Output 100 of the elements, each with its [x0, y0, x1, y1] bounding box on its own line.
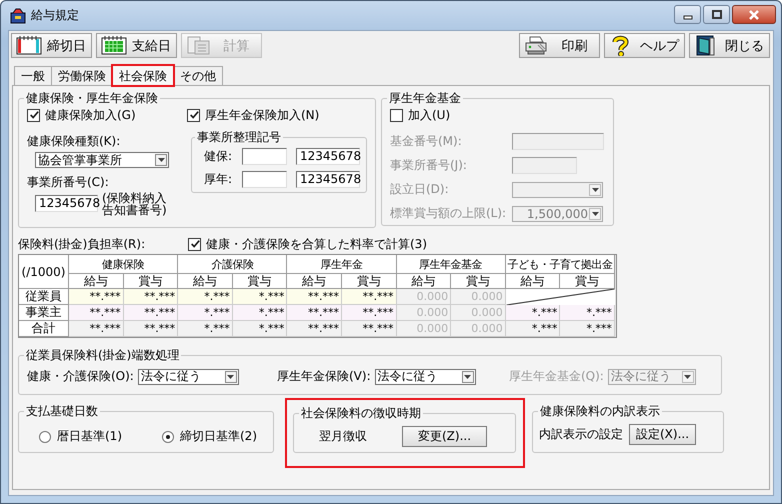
- calendar-icon: [16, 35, 42, 56]
- checkbox[interactable]: [187, 108, 200, 122]
- row-header: 従業員: [19, 289, 69, 305]
- table-cell: **.***: [69, 321, 124, 337]
- field-label: 事業所番号(C):: [27, 174, 110, 191]
- settings-button[interactable]: 設定(X)...: [629, 424, 696, 445]
- tab[interactable]: 労働保険: [51, 66, 113, 85]
- value-text: 翌月徴収: [319, 428, 367, 445]
- table-cell: *.***: [178, 321, 233, 337]
- table-cell: **.***: [287, 289, 342, 305]
- table-cell: **.***: [124, 289, 178, 305]
- dropdown[interactable]: 協会管掌事業所: [35, 152, 169, 168]
- field-label: 標準賞与額の上限(L):: [390, 205, 508, 222]
- table-header: 賞与: [232, 274, 288, 289]
- table-header: 賞与: [451, 274, 506, 289]
- maximize-icon: [712, 10, 722, 20]
- table-header: 厚生年金: [287, 255, 397, 274]
- tab[interactable]: 社会保険: [112, 65, 174, 86]
- radio-label: 暦日基準(1): [57, 428, 122, 445]
- table-cell: **.***: [342, 321, 397, 337]
- close-icon: [748, 10, 760, 20]
- field-label: 基金番号(M):: [390, 133, 463, 150]
- table-header: 給与: [396, 274, 452, 289]
- radio-button[interactable]: [162, 430, 174, 442]
- dropdown-arrow-icon: [592, 212, 598, 216]
- table-cell: **.***: [342, 289, 397, 305]
- checkbox[interactable]: [188, 238, 201, 250]
- field-label: 厚生年金基金(Q):: [509, 368, 604, 385]
- field-label: 厚生年金保険(V):: [277, 368, 371, 385]
- input-field[interactable]: 12345678: [35, 195, 98, 212]
- table-header: 給与: [287, 274, 342, 289]
- group-title: 社会保険料の徴収時期: [300, 405, 422, 422]
- window-title: 給与規定: [31, 7, 79, 24]
- table-cell: **.***: [342, 305, 397, 321]
- table-cell: **.***: [69, 305, 124, 321]
- table-cell: 0.000: [396, 289, 452, 305]
- table-cell: *.***: [560, 305, 615, 321]
- table-cell: *.***: [232, 289, 288, 305]
- row-header: 合計: [19, 321, 69, 337]
- table-header: 賞与: [342, 274, 397, 289]
- change-button[interactable]: 変更(Z)...: [402, 426, 487, 447]
- radio-button[interactable]: [39, 430, 51, 442]
- table-cell: 0.000: [396, 305, 452, 321]
- toolbar-button[interactable]: 閉じる: [689, 33, 770, 58]
- close-button[interactable]: [732, 5, 776, 24]
- group-title: 従業員保険料(掛金)端数処理: [25, 347, 180, 364]
- field-label: 健康・介護保険(O):: [27, 368, 134, 385]
- tab[interactable]: その他: [173, 66, 223, 85]
- dropdown-arrow-icon: [464, 374, 472, 378]
- input-field[interactable]: 12345678: [296, 148, 360, 165]
- toolbar-button[interactable]: 印刷: [519, 33, 600, 58]
- dropdown-arrow-icon: [684, 374, 692, 378]
- field-label: 設立日(D):: [390, 181, 450, 198]
- field-label: 内訳表示の設定: [539, 426, 623, 443]
- table-cell: 0.000: [451, 289, 506, 305]
- toolbar-button[interactable]: 締切日: [11, 33, 92, 58]
- tab[interactable]: 一般: [14, 66, 52, 85]
- dropdown-arrow-icon: [158, 158, 164, 162]
- table-cell: *.***: [232, 305, 288, 321]
- table-cell: **.***: [124, 305, 178, 321]
- table-cell: *.***: [178, 305, 233, 321]
- calendar-icon: [101, 35, 127, 56]
- table-header: (/1000): [19, 255, 69, 289]
- table-header: 健康保険: [69, 255, 178, 274]
- checkbox-label: 厚生年金保険加入(N): [205, 106, 320, 124]
- table-cell: **.***: [287, 321, 342, 337]
- checkbox-label: 加入(U): [408, 106, 450, 124]
- table-cell: *.***: [506, 321, 560, 337]
- checkbox[interactable]: [27, 108, 40, 122]
- dropdown-arrow-icon: [227, 374, 234, 378]
- field-label: 健保:: [203, 148, 234, 165]
- toolbar-button[interactable]: ヘルプ: [604, 33, 685, 58]
- input-field[interactable]: [242, 171, 287, 188]
- table-cell: **.***: [287, 305, 342, 321]
- document-icon: [186, 35, 212, 56]
- maximize-button[interactable]: [703, 5, 730, 24]
- toolbar-button[interactable]: 支給日: [96, 33, 177, 58]
- table-cell: **.***: [124, 321, 178, 337]
- table-header: 賞与: [124, 274, 178, 289]
- table-header: 給与: [69, 274, 124, 289]
- field-label: 保険料(掛金)負担率(R):: [18, 236, 146, 252]
- table-cell: **.***: [69, 289, 124, 305]
- group-title: 支払基礎日数: [25, 403, 99, 420]
- table-cell: *.***: [506, 305, 560, 321]
- field-label: 事業所番号(J):: [390, 157, 468, 174]
- table-cell: *.***: [232, 321, 288, 337]
- dropdown[interactable]: 法令に従う: [374, 368, 476, 384]
- dropdown[interactable]: 法令に従う: [138, 368, 239, 384]
- table-header: 給与: [178, 274, 233, 289]
- dropdown-arrow-icon: [592, 188, 598, 192]
- field-label: 健康保険種類(K):: [27, 133, 122, 150]
- checkbox-label: 健康保険加入(G): [45, 106, 136, 124]
- minimize-button[interactable]: [674, 5, 701, 24]
- row-header: 事業主: [19, 305, 69, 321]
- table-header: 賞与: [560, 274, 615, 289]
- input-field[interactable]: [242, 148, 287, 165]
- group-title: 事業所整理記号: [196, 129, 282, 146]
- input-field[interactable]: 12345678: [296, 171, 360, 188]
- group-title: 厚生年金基金: [388, 90, 462, 107]
- table-header: 厚生年金基金: [396, 255, 506, 274]
